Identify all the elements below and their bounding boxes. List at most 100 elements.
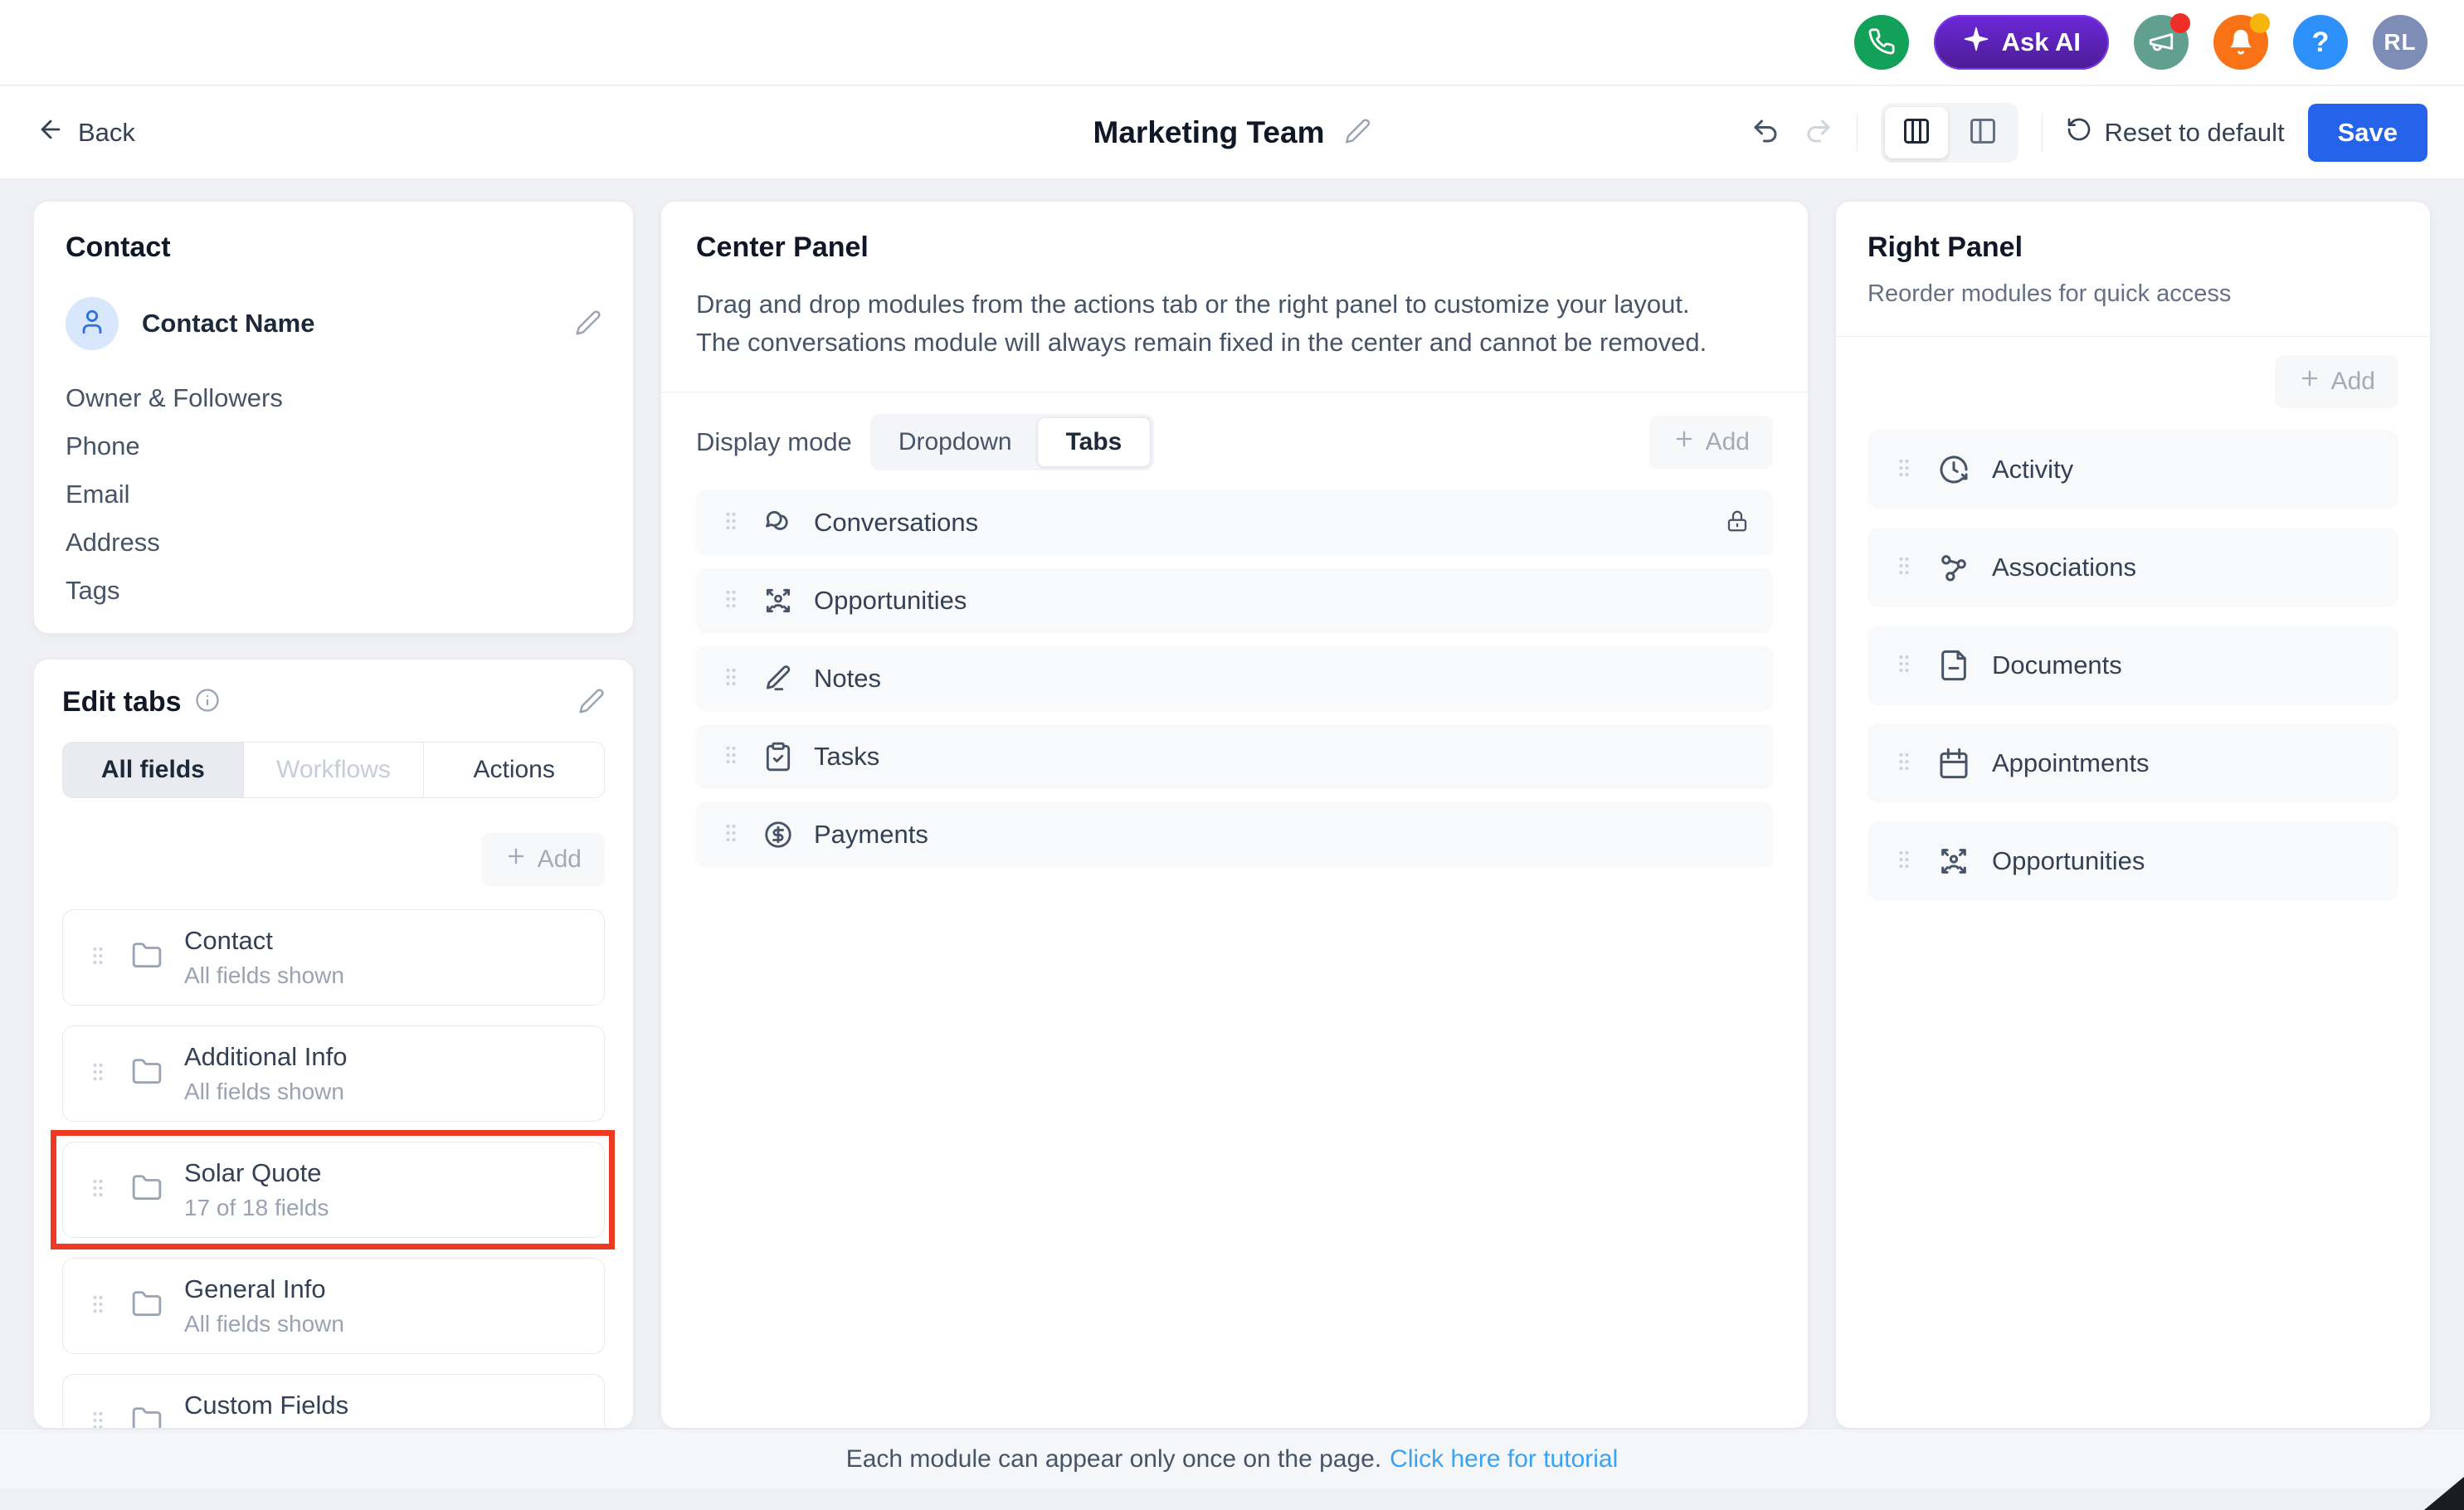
right-panel-body: Add Activity Associations Docume — [1836, 337, 2430, 901]
tutorial-link[interactable]: Click here for tutorial — [1390, 1445, 1618, 1473]
tab-item-general-info[interactable]: General Info All fields shown — [62, 1258, 605, 1354]
megaphone-icon — [2147, 27, 2175, 58]
edit-tabs-title: Edit tabs — [62, 686, 182, 718]
module-row-tasks[interactable]: Tasks — [696, 724, 1773, 789]
tab-item-subtitle: All fields shown — [184, 1311, 344, 1337]
drag-handle-icon[interactable] — [1892, 845, 1916, 878]
right-panel-header: Right Panel Reorder modules for quick ac… — [1836, 231, 2430, 308]
contact-preview-panel: Contact Contact Name Owner & Followers P… — [33, 201, 634, 634]
drag-handle-icon[interactable] — [1892, 650, 1916, 682]
tab-workflows[interactable]: Workflows — [243, 743, 424, 797]
edit-contact-button[interactable] — [575, 309, 601, 339]
contact-field-list: Owner & Followers Phone Email Address Ta… — [66, 383, 601, 606]
tab-all-fields[interactable]: All fields — [63, 743, 243, 797]
help-button[interactable]: ? — [2293, 15, 2348, 70]
drag-handle-icon[interactable] — [86, 1290, 110, 1322]
right-panel: Right Panel Reorder modules for quick ac… — [1835, 201, 2431, 1429]
tab-actions[interactable]: Actions — [423, 743, 604, 797]
edit-tabs-tablist: All fields Workflows Actions — [62, 742, 605, 798]
module-row-activity[interactable]: Activity — [1867, 430, 2398, 509]
phone-button[interactable] — [1854, 15, 1909, 70]
contact-name-row: Contact Name — [66, 297, 601, 350]
undo-button[interactable] — [1751, 116, 1780, 149]
add-label: Add — [538, 845, 582, 874]
tab-item-subtitle: 17 of 18 fields — [184, 1195, 329, 1221]
tab-item-custom-fields[interactable]: Custom Fields 18 of 21 fields — [62, 1374, 605, 1429]
center-panel-header: Center Panel Drag and drop modules from … — [661, 231, 1808, 362]
folder-icon — [131, 1288, 163, 1324]
right-panel-title: Right Panel — [1867, 231, 2398, 264]
calendar-icon — [1937, 747, 1970, 780]
module-row-opportunities-right[interactable]: Opportunities — [1867, 821, 2398, 901]
file-icon — [1937, 649, 1970, 682]
drag-handle-icon[interactable] — [1892, 552, 1916, 584]
announcements-button[interactable] — [2134, 15, 2189, 70]
edit-tabs-panel: Edit tabs All fields Workflows Actions A… — [33, 659, 634, 1429]
add-tab-button[interactable]: Add — [481, 833, 605, 886]
drag-handle-icon[interactable] — [86, 1058, 110, 1090]
tab-item-title: Additional Info — [184, 1042, 347, 1072]
module-row-notes[interactable]: Notes — [696, 646, 1773, 711]
drag-handle-icon[interactable] — [1892, 748, 1916, 780]
display-mode-tabs[interactable]: Tabs — [1037, 417, 1152, 467]
module-label: Appointments — [1992, 748, 2150, 778]
drag-handle-icon[interactable] — [86, 942, 110, 974]
tab-item-solar-quote[interactable]: Solar Quote 17 of 18 fields — [62, 1142, 605, 1238]
clipboard-check-icon — [762, 741, 794, 772]
contact-field: Email — [66, 480, 601, 509]
add-module-button[interactable]: Add — [1649, 416, 1773, 469]
tab-item-subtitle: 18 of 21 fields — [184, 1427, 348, 1429]
display-mode-dropdown[interactable]: Dropdown — [874, 417, 1037, 467]
tab-item-additional-info[interactable]: Additional Info All fields shown — [62, 1025, 605, 1122]
module-row-appointments[interactable]: Appointments — [1867, 723, 2398, 803]
tab-item-title: General Info — [184, 1274, 344, 1304]
add-right-module-button[interactable]: Add — [2275, 355, 2398, 408]
module-row-payments[interactable]: Payments — [696, 802, 1773, 867]
contact-field: Owner & Followers — [66, 383, 601, 413]
highlighted-tab-item-wrapper: Solar Quote 17 of 18 fields — [62, 1142, 605, 1238]
drag-handle-icon[interactable] — [719, 507, 743, 539]
drag-handle-icon[interactable] — [719, 741, 743, 773]
two-column-layout-button[interactable] — [1951, 107, 2014, 158]
drag-handle-icon[interactable] — [719, 663, 743, 695]
redo-button[interactable] — [1804, 116, 1833, 149]
module-row-conversations[interactable]: Conversations — [696, 490, 1773, 555]
drag-handle-icon[interactable] — [719, 585, 743, 617]
question-icon: ? — [2312, 27, 2330, 59]
center-panel: Center Panel Drag and drop modules from … — [660, 201, 1809, 1429]
divider — [1857, 114, 1858, 152]
redo-icon — [1804, 136, 1833, 149]
notifications-button[interactable] — [2213, 15, 2268, 70]
contact-field: Tags — [66, 576, 601, 606]
right-panel-subtitle: Reorder modules for quick access — [1867, 280, 2398, 308]
drag-handle-icon[interactable] — [86, 1174, 110, 1206]
edit-tabs-edit-button[interactable] — [578, 688, 605, 717]
back-button[interactable]: Back — [37, 115, 135, 150]
opportunities-icon — [762, 585, 794, 616]
ask-ai-button[interactable]: Ask AI — [1934, 15, 2109, 70]
drag-handle-icon[interactable] — [86, 1406, 110, 1430]
drag-handle-icon[interactable] — [1892, 454, 1916, 486]
module-row-associations[interactable]: Associations — [1867, 528, 2398, 607]
avatar-initials: RL — [2384, 29, 2416, 56]
folder-icon — [131, 1405, 163, 1430]
columns-3-icon — [1902, 116, 1931, 149]
reset-to-default-button[interactable]: Reset to default — [2066, 116, 2284, 149]
edit-title-button[interactable] — [1344, 118, 1371, 147]
tab-item-contact[interactable]: Contact All fields shown — [62, 909, 605, 1006]
info-icon — [195, 688, 220, 717]
three-column-layout-button[interactable] — [1885, 107, 1948, 158]
topbar: Ask AI ? RL — [0, 0, 2464, 86]
drag-handle-icon[interactable] — [719, 819, 743, 851]
module-row-documents[interactable]: Documents — [1867, 626, 2398, 705]
header-actions: Reset to default Save — [1751, 103, 2427, 163]
folder-icon — [131, 1172, 163, 1208]
layout-toggle — [1881, 103, 2018, 163]
plus-icon — [2298, 367, 2321, 397]
avatar[interactable]: RL — [2373, 15, 2427, 70]
center-module-list: Conversations Opportunities Notes Tasks — [661, 479, 1808, 880]
module-row-opportunities[interactable]: Opportunities — [696, 568, 1773, 633]
rotate-ccw-icon — [2066, 116, 2092, 149]
save-button[interactable]: Save — [2308, 104, 2427, 162]
user-icon — [78, 308, 106, 340]
